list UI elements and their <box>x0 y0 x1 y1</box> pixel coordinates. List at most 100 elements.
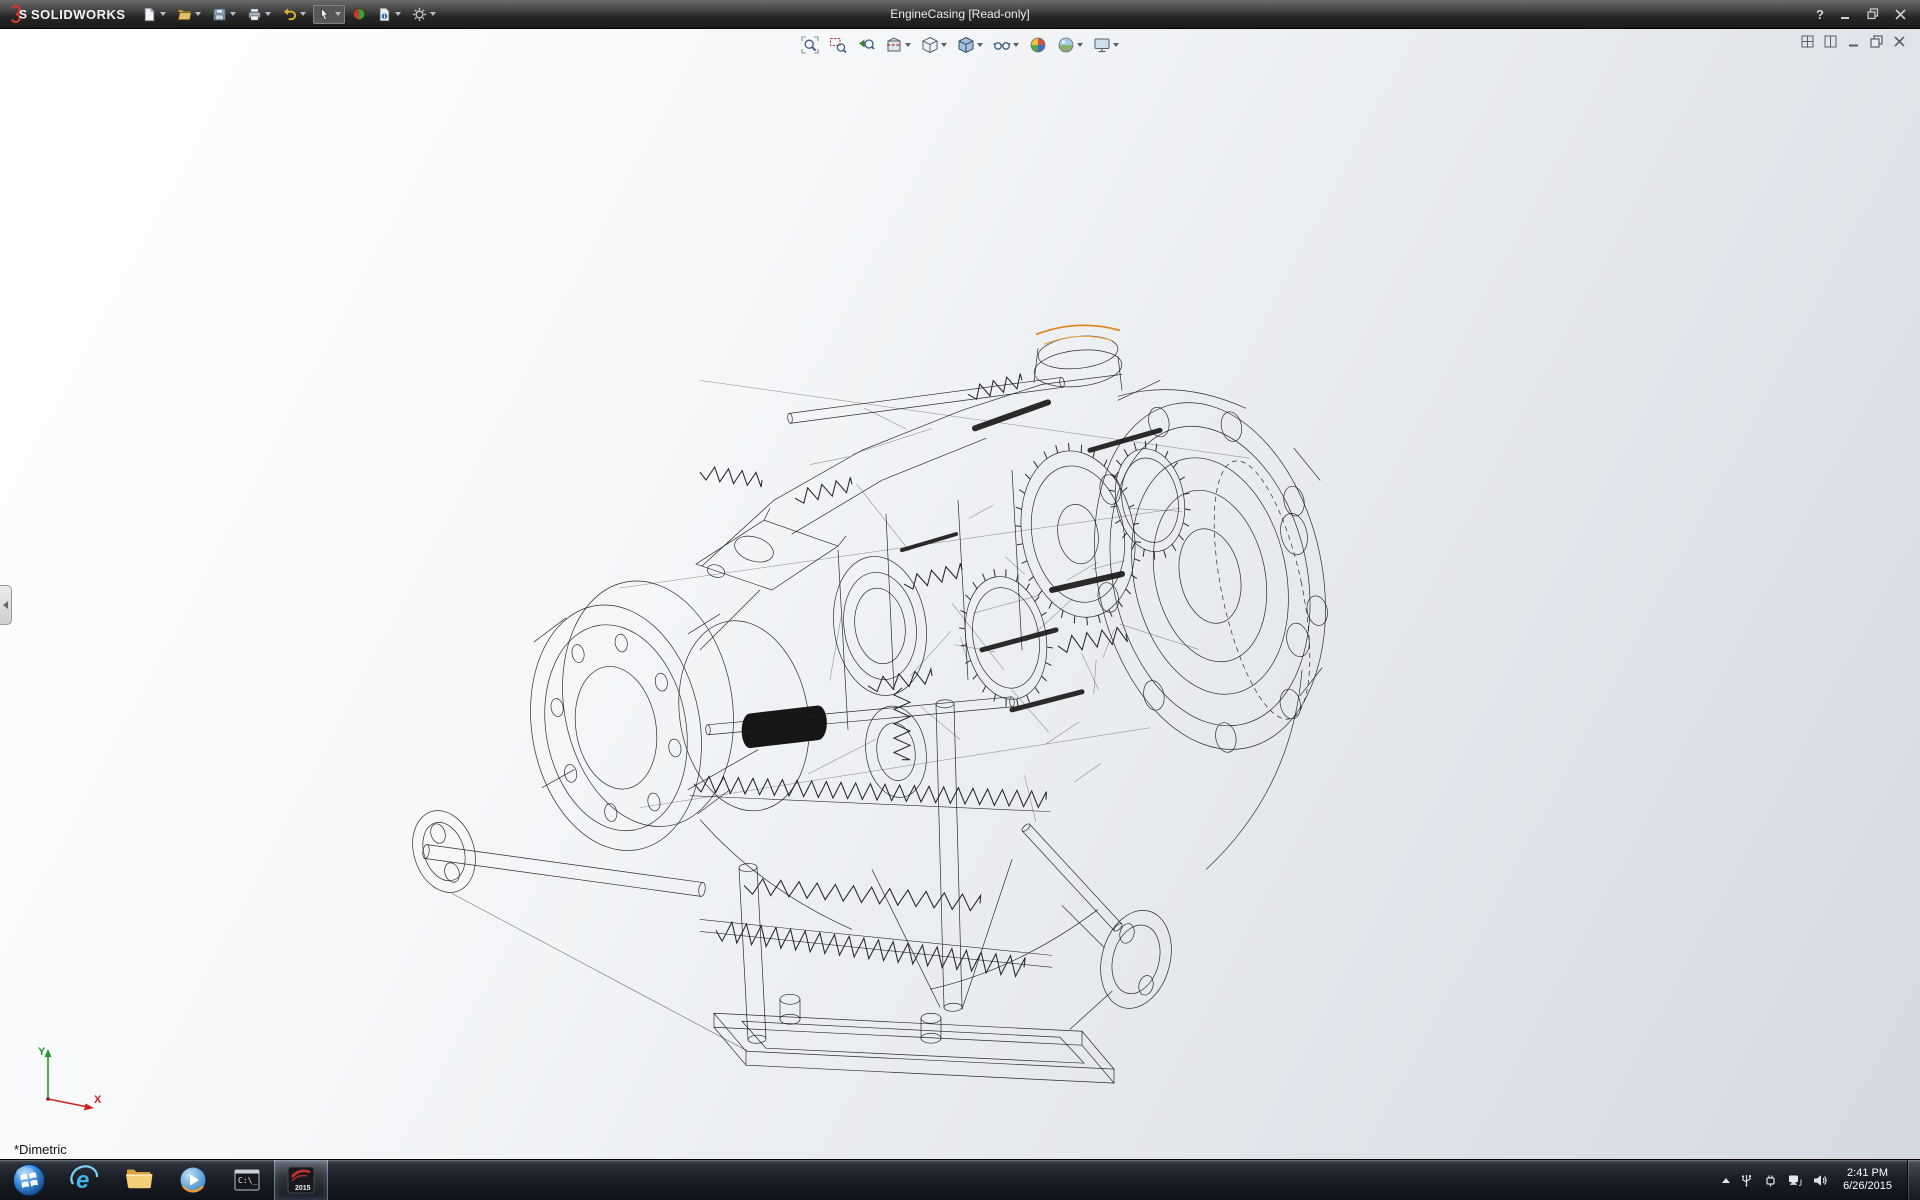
restore-icon[interactable] <box>1867 8 1879 20</box>
view-orientation-icon <box>921 36 939 54</box>
minimize-document-icon[interactable] <box>1847 35 1860 48</box>
rebuild-icon <box>352 7 366 21</box>
y-axis-label: Y <box>38 1046 46 1058</box>
save-icon <box>212 7 227 22</box>
windows-taskbar: e C:\_ <box>0 1159 1920 1200</box>
view-orientation-button[interactable] <box>918 34 950 56</box>
logo-text: SOLIDWORKS <box>31 7 126 22</box>
print-button[interactable] <box>243 5 275 24</box>
document-title: EngineCasing [Read-only] <box>890 7 1029 21</box>
dropdown-caret <box>395 12 401 16</box>
featuremanager-flyout-tab[interactable] <box>0 585 12 625</box>
open-button[interactable] <box>173 5 205 24</box>
engine-casing-wireframe-model[interactable] <box>0 29 1920 1159</box>
display-style-button[interactable] <box>954 34 986 56</box>
new-document-icon <box>142 7 157 22</box>
undo-button[interactable] <box>278 5 310 24</box>
tray-power-icon[interactable] <box>1763 1173 1778 1188</box>
file-properties-icon <box>377 7 392 22</box>
options-button[interactable] <box>408 5 440 24</box>
view-settings-icon <box>1093 36 1111 54</box>
edit-appearance-icon <box>1029 36 1047 54</box>
minimize-icon[interactable] <box>1840 9 1851 20</box>
close-icon[interactable] <box>1895 9 1906 20</box>
hide-show-items-button[interactable] <box>990 34 1022 56</box>
previous-view-icon <box>857 36 875 54</box>
close-document-icon[interactable] <box>1893 35 1906 48</box>
taskbar-item-media-player[interactable] <box>166 1160 220 1200</box>
taskbar-item-internet-explorer[interactable]: e <box>58 1160 112 1200</box>
new-document-button[interactable] <box>138 5 170 24</box>
edit-appearance-button[interactable] <box>1026 34 1050 56</box>
system-tray: 2:41 PM 6/26/2015 <box>1722 1160 1920 1200</box>
rebuild-button[interactable] <box>348 5 370 23</box>
dropdown-caret <box>1113 43 1119 47</box>
options-icon <box>412 7 427 22</box>
viewport-layout-icon[interactable] <box>1801 35 1814 48</box>
svg-text:C:\_: C:\_ <box>238 1176 257 1185</box>
section-view-icon <box>885 36 903 54</box>
taskbar-item-solidworks-2015[interactable]: 2015 <box>274 1160 328 1200</box>
help-button[interactable]: ? <box>1816 7 1824 22</box>
show-desktop-button[interactable] <box>1907 1160 1920 1200</box>
dropdown-caret <box>905 43 911 47</box>
ds-logo-icon: S <box>8 5 28 23</box>
title-bar: S SOLIDWORKS <box>0 0 1920 29</box>
window-controls: ? <box>1816 7 1920 22</box>
dropdown-caret <box>230 12 236 16</box>
dropdown-caret <box>195 12 201 16</box>
zoom-to-fit-icon <box>801 36 819 54</box>
section-view-button[interactable] <box>882 34 914 56</box>
tray-volume-icon[interactable] <box>1812 1173 1828 1188</box>
taskbar-item-command-prompt[interactable]: C:\_ <box>220 1160 274 1200</box>
solidworks-logo: S SOLIDWORKS <box>0 5 138 23</box>
main-toolbar <box>138 5 440 24</box>
zoom-to-area-button[interactable] <box>826 34 850 56</box>
dropdown-caret <box>160 12 166 16</box>
save-button[interactable] <box>208 5 240 24</box>
x-axis-label: X <box>94 1094 102 1106</box>
x-axis-arrow <box>84 1104 94 1111</box>
previous-view-button[interactable] <box>854 34 878 56</box>
svg-text:S: S <box>19 8 27 22</box>
dropdown-caret <box>265 12 271 16</box>
view-orientation-label: *Dimetric <box>14 1142 67 1157</box>
zoom-to-fit-button[interactable] <box>798 34 822 56</box>
chevron-left-icon <box>3 601 8 609</box>
folder-icon <box>124 1165 154 1195</box>
apply-scene-icon <box>1057 36 1075 54</box>
zoom-to-area-icon <box>829 36 847 54</box>
svg-text:e: e <box>76 1167 89 1194</box>
solidworks-window: S SOLIDWORKS <box>0 0 1920 1200</box>
windows-start-orb-icon <box>12 1163 46 1197</box>
dropdown-caret <box>430 12 436 16</box>
dropdown-caret <box>335 12 341 16</box>
clock-date: 6/26/2015 <box>1843 1180 1892 1193</box>
file-properties-button[interactable] <box>373 5 405 24</box>
tray-usb-icon[interactable] <box>1739 1173 1754 1188</box>
command-prompt-icon: C:\_ <box>233 1166 261 1194</box>
open-icon <box>177 7 192 22</box>
select-tool-button[interactable] <box>313 5 345 24</box>
select-cursor-icon <box>317 7 332 22</box>
hidden-icons-chevron[interactable] <box>1722 1178 1730 1183</box>
start-button[interactable] <box>0 1160 58 1200</box>
document-window-controls <box>1801 35 1906 48</box>
media-player-icon <box>178 1165 208 1195</box>
y-axis-arrow <box>45 1049 52 1057</box>
tray-network-icon[interactable] <box>1787 1173 1803 1188</box>
viewport-split-icon[interactable] <box>1824 35 1837 48</box>
graphics-viewport[interactable]: Y X *Dimetric <box>0 29 1920 1159</box>
hide-show-items-icon <box>993 36 1011 54</box>
view-settings-button[interactable] <box>1090 34 1122 56</box>
taskbar-clock[interactable]: 2:41 PM 6/26/2015 <box>1837 1167 1898 1193</box>
restore-document-icon[interactable] <box>1870 35 1883 48</box>
dropdown-caret <box>1013 43 1019 47</box>
display-style-icon <box>957 36 975 54</box>
dropdown-caret <box>1077 43 1083 47</box>
dropdown-caret <box>941 43 947 47</box>
apply-scene-button[interactable] <box>1054 34 1086 56</box>
undo-icon <box>282 7 297 22</box>
taskbar-item-windows-explorer[interactable] <box>112 1160 166 1200</box>
reference-triad: Y X <box>24 1041 108 1125</box>
